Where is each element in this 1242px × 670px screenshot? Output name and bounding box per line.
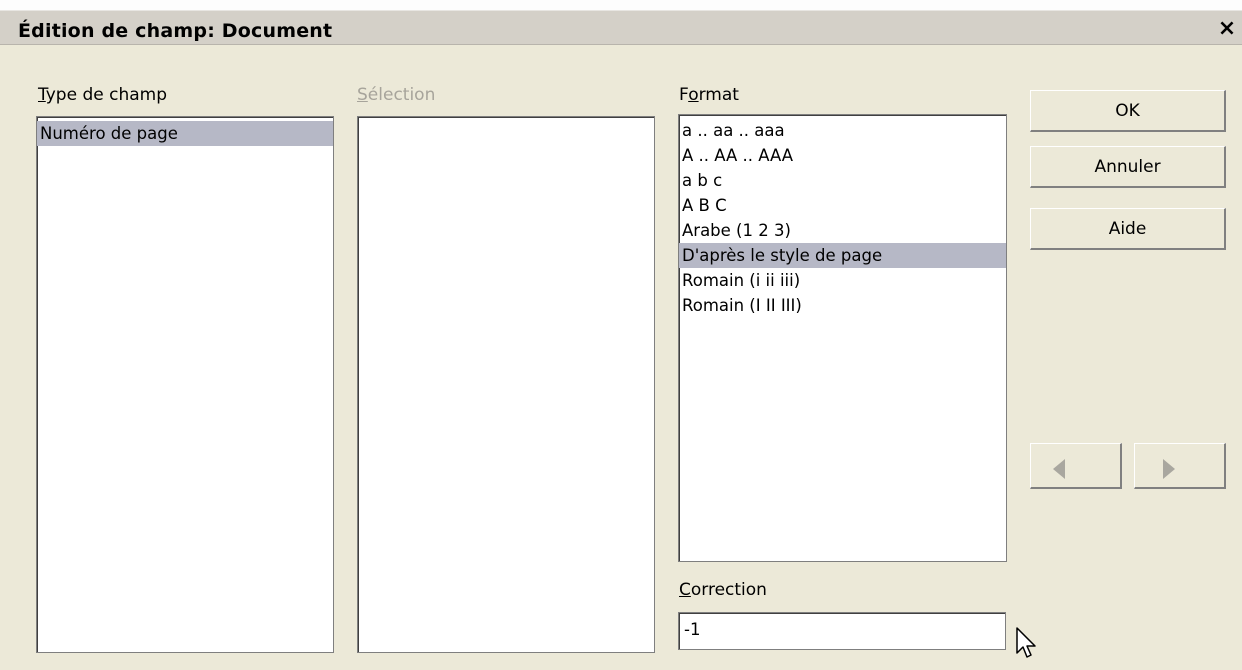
type-de-champ-label: Type de champ: [38, 85, 168, 105]
cancel-button[interactable]: Annuler: [1030, 146, 1226, 188]
correction-label: Correction: [679, 580, 767, 600]
format-label: Format: [679, 85, 739, 105]
format-item[interactable]: a b c: [679, 168, 1006, 193]
correction-input[interactable]: -1: [678, 612, 1006, 650]
close-icon[interactable]: ×: [1216, 16, 1238, 42]
selection-list[interactable]: [357, 116, 655, 653]
selection-label: Sélection: [357, 85, 436, 105]
dialog-title: Édition de champ: Document: [18, 20, 333, 42]
help-button[interactable]: Aide: [1030, 208, 1226, 250]
format-list[interactable]: a .. aa .. aaa A .. AA .. AAA a b c A B …: [678, 114, 1007, 562]
mouse-pointer-icon: [1016, 627, 1036, 658]
dialog-titlebar: Édition de champ: Document ×: [0, 0, 1242, 45]
list-item-numero-de-page[interactable]: Numéro de page: [37, 121, 333, 146]
format-item[interactable]: A B C: [679, 193, 1006, 218]
format-item-selected[interactable]: D'après le style de page: [679, 243, 1006, 268]
next-button[interactable]: [1134, 443, 1226, 489]
ok-button[interactable]: OK: [1030, 90, 1226, 132]
format-item[interactable]: Romain (I II III): [679, 293, 1006, 318]
previous-button[interactable]: [1030, 443, 1122, 489]
type-de-champ-list[interactable]: Numéro de page: [36, 116, 334, 653]
format-item[interactable]: Arabe (1 2 3): [679, 218, 1006, 243]
format-item[interactable]: a .. aa .. aaa: [679, 118, 1006, 143]
triangle-left-icon: [1053, 459, 1065, 479]
format-item[interactable]: A .. AA .. AAA: [679, 143, 1006, 168]
format-item[interactable]: Romain (i ii iii): [679, 268, 1006, 293]
triangle-right-icon: [1163, 459, 1175, 479]
